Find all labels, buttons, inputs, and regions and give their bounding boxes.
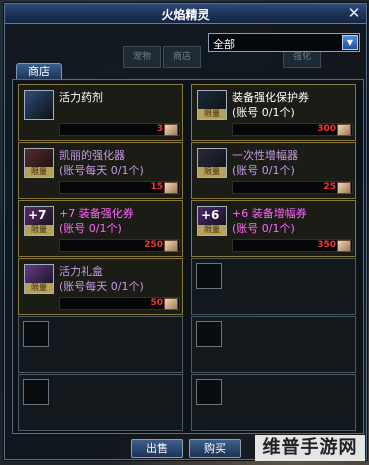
currency-icon — [337, 240, 351, 252]
item-icon-mark: +7 — [28, 208, 47, 222]
item-limit-text: (账号 0/1个) — [232, 222, 295, 235]
empty-slot[interactable] — [191, 316, 356, 373]
limited-badge: 限量 — [25, 283, 53, 293]
price-bar: 50 — [59, 297, 180, 310]
price-bar: 25 — [232, 181, 353, 194]
price-bar: 350 — [232, 239, 353, 252]
item-icon: +6 限量 — [197, 206, 227, 236]
item-price: 3 — [156, 124, 163, 134]
site-watermark: 维普手游网 — [255, 435, 365, 461]
limited-badge: 限量 — [198, 225, 226, 235]
item-limit-text: (账号 0/1个) — [232, 106, 295, 119]
filter-dropdown[interactable]: 全部 ▼ — [208, 33, 360, 52]
shop-window: 火焰精灵 ✕ 宠物 商店 强化 全部 ▼ 商店 活力药剂 3 限量 装备强化保护券 (账… — [4, 3, 367, 460]
empty-slot-icon — [196, 321, 222, 347]
item-name: 活力药剂 — [59, 91, 103, 104]
item-icon: 限量 — [24, 264, 54, 294]
item-price: 250 — [144, 240, 163, 250]
item-icon: 限量 — [197, 148, 227, 178]
item-price: 25 — [323, 182, 336, 192]
item-name: +6 装备增幅券 — [232, 207, 307, 220]
currency-icon — [337, 182, 351, 194]
shop-item[interactable]: 限量 装备强化保护券 (账号 0/1个) 300 — [191, 84, 356, 141]
item-name: 凯丽的强化器 — [59, 149, 125, 162]
item-grid: 活力药剂 3 限量 装备强化保护券 (账号 0/1个) 300 限量 凯丽的强化器 (账号每天 … — [12, 79, 364, 434]
item-icon: +7 限量 — [24, 206, 54, 236]
shop-item[interactable]: 活力药剂 3 — [18, 84, 183, 141]
item-price: 350 — [317, 240, 336, 250]
limited-badge: 限量 — [25, 167, 53, 177]
empty-slot-icon — [196, 379, 222, 405]
empty-slot[interactable] — [191, 374, 356, 431]
item-name: 活力礼盒 — [59, 265, 103, 278]
buy-button[interactable]: 购买 — [189, 439, 241, 458]
shop-item[interactable]: +6 限量 +6 装备增幅券 (账号 0/1个) 350 — [191, 200, 356, 257]
item-price: 50 — [150, 298, 163, 308]
item-icon: 限量 — [197, 90, 227, 120]
empty-slot-icon — [23, 379, 49, 405]
item-price: 300 — [317, 124, 336, 134]
empty-slot[interactable] — [191, 258, 356, 315]
item-icon-mark: +6 — [201, 208, 220, 222]
currency-icon — [164, 240, 178, 252]
bg-tab-shop: 商店 — [163, 46, 201, 68]
item-limit-text: (账号 0/1个) — [59, 222, 122, 235]
tab-shop[interactable]: 商店 — [16, 63, 62, 80]
shop-item[interactable]: +7 限量 +7 装备强化券 (账号 0/1个) 250 — [18, 200, 183, 257]
item-name: +7 装备强化券 — [59, 207, 134, 220]
bg-tab-pet: 宠物 — [123, 46, 161, 68]
price-bar: 3 — [59, 123, 180, 136]
empty-slot-icon — [196, 263, 222, 289]
price-bar: 300 — [232, 123, 353, 136]
filter-selected-value: 全部 — [213, 38, 235, 51]
window-title: 火焰精灵 — [161, 8, 210, 22]
item-limit-text: (账号每天 0/1个) — [59, 280, 144, 293]
item-limit-text: (账号 0/1个) — [232, 164, 295, 177]
empty-slot[interactable] — [18, 316, 183, 373]
shop-item[interactable]: 限量 活力礼盒 (账号每天 0/1个) 50 — [18, 258, 183, 315]
item-price: 15 — [150, 182, 163, 192]
currency-icon — [164, 124, 178, 136]
close-icon[interactable]: ✕ — [346, 5, 362, 21]
empty-slot-icon — [23, 321, 49, 347]
item-name: 装备强化保护券 — [232, 91, 309, 104]
shop-item[interactable]: 限量 凯丽的强化器 (账号每天 0/1个) 15 — [18, 142, 183, 199]
price-bar: 250 — [59, 239, 180, 252]
shop-item[interactable]: 限量 一次性增幅器 (账号 0/1个) 25 — [191, 142, 356, 199]
item-limit-text: (账号每天 0/1个) — [59, 164, 144, 177]
limited-badge: 限量 — [25, 225, 53, 235]
currency-icon — [164, 298, 178, 310]
limited-badge: 限量 — [198, 109, 226, 119]
currency-icon — [164, 182, 178, 194]
empty-slot[interactable] — [18, 374, 183, 431]
price-bar: 15 — [59, 181, 180, 194]
limited-badge: 限量 — [198, 167, 226, 177]
item-icon — [24, 90, 54, 120]
item-icon: 限量 — [24, 148, 54, 178]
chevron-down-icon[interactable]: ▼ — [342, 35, 358, 50]
item-name: 一次性增幅器 — [232, 149, 298, 162]
sell-button[interactable]: 出售 — [131, 439, 183, 458]
currency-icon — [337, 124, 351, 136]
title-bar: 火焰精灵 ✕ — [5, 4, 366, 24]
